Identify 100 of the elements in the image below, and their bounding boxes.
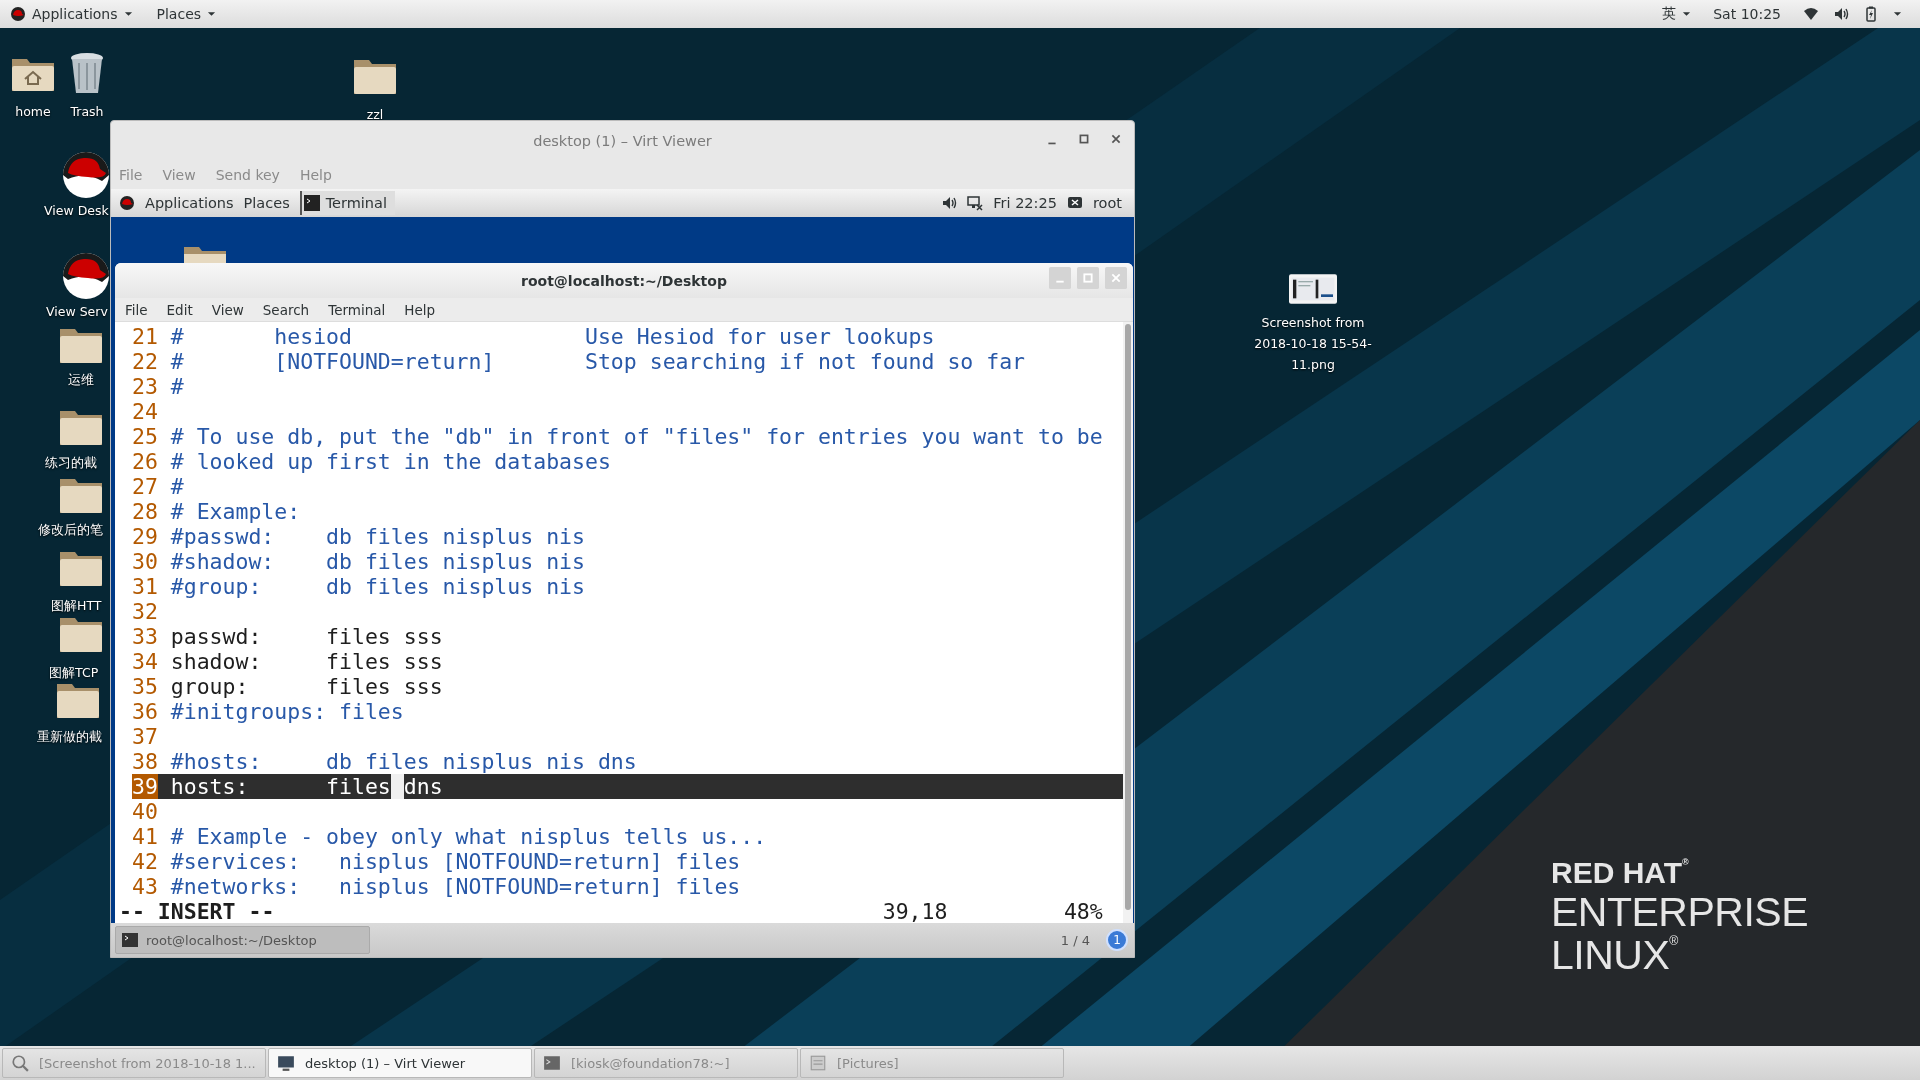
menu-item[interactable]: File [125, 301, 148, 318]
menu-item[interactable]: Search [262, 301, 310, 318]
code-text: #services: nisplus [NOTFOUND=return] files [170, 849, 741, 874]
menu-item[interactable]: Terminal [328, 301, 386, 318]
line-number: 42 [131, 849, 158, 874]
logo-text: RED HAT$^{®}$ [1551, 858, 1690, 888]
code-text: hosts: files [170, 774, 391, 799]
terminal-task-button[interactable]: Terminal [299, 191, 395, 215]
caret-icon [123, 11, 133, 17]
icon-label: zzl [365, 106, 385, 124]
line-number: 27 [131, 474, 158, 499]
line-number: 43 [131, 874, 158, 899]
line-number: 32 [131, 599, 158, 624]
icon-label: View Serv [46, 303, 108, 321]
code-text: # [NOTFOUND=return] Stop searching if not found so far [170, 349, 1026, 374]
line-number: 22 [131, 349, 158, 374]
icon-label: 图解HTT [51, 597, 102, 615]
close-icon[interactable] [1110, 133, 1122, 145]
panel-menu[interactable]: Places [156, 6, 217, 22]
code-text: #networks: nisplus [NOTFOUND=return] files [170, 874, 741, 899]
line-number: 21 [131, 324, 158, 349]
line-number: 25 [131, 424, 158, 449]
code-text: # Example: [170, 499, 301, 524]
code-text: # [170, 474, 184, 499]
taskbar-button[interactable]: desktop (1) – Virt Viewer [268, 1048, 532, 1078]
workspace-indicator[interactable]: 1 / 4 [1060, 932, 1090, 948]
clock[interactable]: Fri 22:25 [993, 195, 1057, 211]
line-number: 29 [131, 524, 158, 549]
input-method-menu[interactable]: 英 [1662, 5, 1692, 23]
code-text: # To use db, put the "db" in front of "files" for entries you want to be [170, 424, 1103, 449]
panel-menu[interactable]: Places [243, 195, 290, 211]
line-number: 36 [131, 699, 158, 724]
code-text: #hosts: db files nisplus nis dns [170, 749, 637, 774]
code-text: #passwd: db files nisplus nis [170, 524, 585, 549]
panel-menu[interactable]: Applications [145, 195, 234, 211]
volume-icon[interactable] [941, 195, 958, 211]
icon-label: 重新做的截 [37, 728, 102, 746]
image-viewer-icon [11, 1054, 29, 1072]
code-text: #shadow: db files nisplus nis [170, 549, 585, 574]
line-number: 24 [131, 399, 158, 424]
terminal-icon [303, 195, 320, 211]
scrollbar-thumb[interactable] [1125, 324, 1131, 911]
mode-indicator: -- INSERT -- [119, 899, 276, 923]
icon-label: 修改后的笔 [38, 521, 103, 539]
code-text: # Example - obey only what nisplus tells us... [170, 824, 767, 849]
window-title: desktop (1) – Virt Viewer [533, 133, 712, 149]
network-icon[interactable] [967, 195, 984, 211]
hat-logo-icon[interactable] [62, 252, 110, 300]
line-number: 33 [131, 624, 158, 649]
terminal-icon [122, 932, 138, 948]
line-number: 30 [131, 549, 158, 574]
file-manager-icon [809, 1054, 827, 1072]
terminal-icon [543, 1054, 561, 1072]
notification-badge[interactable]: 1 [1106, 929, 1128, 951]
icon-label: 图解TCP [49, 664, 99, 682]
icon-label: home [14, 103, 52, 121]
line-number: 23 [131, 374, 158, 399]
hat-logo-icon [10, 6, 26, 22]
user-menu[interactable]: root [1092, 195, 1122, 211]
panel-menu[interactable]: Applications [32, 6, 133, 22]
menu-item[interactable]: Help [404, 301, 436, 318]
window-title: root@localhost:~/Desktop [521, 272, 727, 289]
code-text: shadow: files sss [170, 649, 443, 674]
hat-logo-icon [119, 195, 135, 211]
battery-icon[interactable] [1863, 6, 1879, 22]
icon-label: Screenshot from 2018-10-18 15-54-11.png [1253, 314, 1373, 374]
scroll-percent: 48% [1063, 899, 1103, 923]
line-number: 37 [131, 724, 158, 749]
logo-text: ENTERPRISE [1551, 892, 1808, 933]
user-icon [1066, 195, 1083, 211]
cursor-position: 39,18 [882, 899, 949, 923]
code-text: dns [403, 774, 443, 799]
line-number: 41 [131, 824, 158, 849]
code-text: #group: db files nisplus nis [170, 574, 585, 599]
caret-icon[interactable] [1893, 11, 1902, 17]
logo-text: LINUX$^{®}$ [1551, 935, 1679, 976]
caret-icon [1682, 11, 1692, 17]
menu-item[interactable]: Edit [166, 301, 193, 318]
caret-icon [207, 11, 217, 17]
wifi-icon[interactable] [1803, 6, 1819, 22]
icon-label: View Desk [44, 202, 109, 220]
line-number: 38 [131, 749, 158, 774]
line-number: 28 [131, 499, 158, 524]
text-cursor [390, 774, 404, 799]
line-number: 39 [131, 774, 158, 799]
icon-label: 练习的截 [45, 454, 97, 472]
menu-item[interactable]: View [211, 301, 244, 318]
clock[interactable]: Sat 10:25 [1713, 6, 1781, 22]
line-number: 26 [131, 449, 158, 474]
code-text: # hesiod Use Hesiod for user lookups [170, 324, 935, 349]
line-number: 35 [131, 674, 158, 699]
maximize-icon[interactable] [1078, 133, 1090, 145]
icon-label: 运维 [67, 371, 95, 389]
volume-icon[interactable] [1833, 6, 1849, 22]
line-number: 34 [131, 649, 158, 674]
line-number: 40 [131, 799, 158, 824]
code-text: passwd: files sss [170, 624, 443, 649]
line-number: 31 [131, 574, 158, 599]
hat-logo-icon[interactable] [62, 151, 110, 199]
taskbar-button[interactable]: root@localhost:~/Desktop [115, 926, 370, 954]
